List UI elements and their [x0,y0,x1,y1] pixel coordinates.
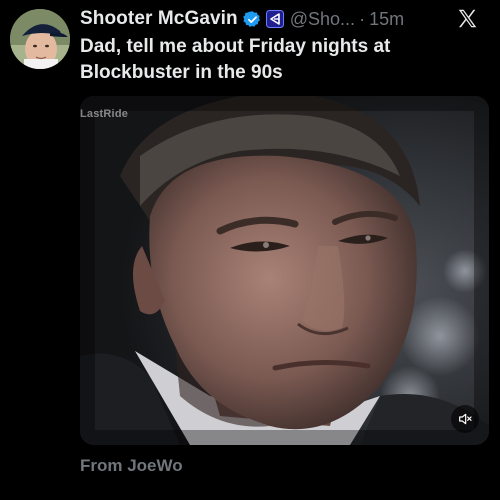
speaker-muted-icon [459,413,472,425]
display-name[interactable]: Shooter McGavin [80,8,238,30]
video-frame [80,96,489,445]
video-watermark: LastRide [80,108,129,120]
post-header: Shooter McGavin @Sho... · 15m [80,6,440,32]
affiliation-badge-icon[interactable] [265,10,284,28]
timestamp[interactable]: 15m [369,9,404,30]
user-handle[interactable]: @Sho... [290,9,355,30]
separator-dot: · [359,8,366,29]
post[interactable]: Shooter McGavin @Sho... · 15m Dad, tell … [0,0,500,500]
video-attribution[interactable]: From JoeWo [80,456,183,476]
avatar-image [10,9,70,69]
video-player[interactable]: LastRide [80,96,489,445]
mute-button[interactable] [451,405,479,433]
x-logo-icon[interactable] [457,8,478,29]
verified-badge-icon [242,10,262,29]
post-text: Dad, tell me about Friday nights at Bloc… [80,36,391,83]
avatar[interactable] [10,9,70,69]
